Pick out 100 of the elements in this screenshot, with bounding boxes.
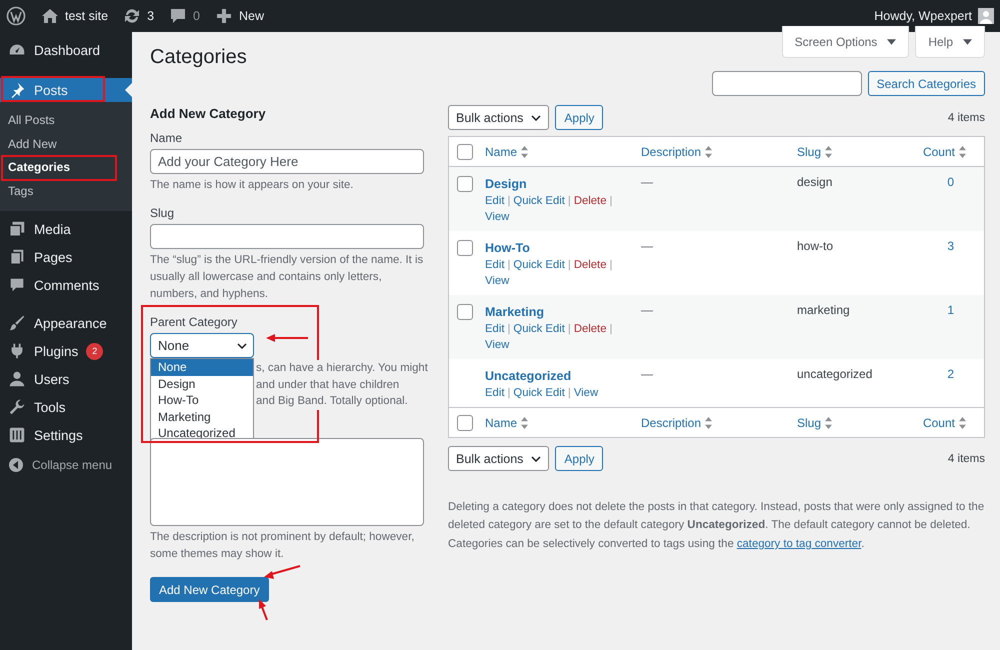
menu-item[interactable]: Tools: [0, 393, 132, 421]
checkbox[interactable]: [457, 414, 473, 430]
comment-count[interactable]: 0: [193, 9, 200, 23]
wordpress-logo-icon[interactable]: [6, 6, 26, 26]
brush-icon: [8, 314, 26, 332]
menu-item[interactable]: Users: [0, 365, 132, 393]
row-action-link[interactable]: Edit: [485, 385, 504, 401]
help-text: s, can have a hierarchy. You might: [256, 360, 428, 376]
row-action-link[interactable]: Quick Edit: [513, 321, 565, 337]
help-text: Deleting a category does not delete the posts in that category. Instead, posts that were only assigned to the deleted category are set to the default category Uncategorized. The default category cannot be deleted.: [448, 500, 985, 532]
count-link[interactable]: 0: [947, 175, 954, 189]
slug-field[interactable]: [150, 224, 424, 249]
row-action-link[interactable]: Edit: [485, 193, 504, 209]
count-link[interactable]: 1: [947, 303, 954, 317]
search-categories-button[interactable]: Search Categories: [868, 71, 985, 96]
sort-icon: [705, 416, 712, 428]
submenu-item[interactable]: Tags: [0, 180, 132, 203]
converter-link[interactable]: category to tag converter: [736, 538, 862, 550]
submenu-item[interactable]: All Posts: [0, 109, 132, 132]
column-header[interactable]: Slug: [797, 416, 822, 430]
separator: |: [568, 322, 571, 337]
category-name-link[interactable]: Uncategorized: [485, 367, 572, 385]
row-action-link[interactable]: Quick Edit: [513, 385, 565, 401]
category-name-link[interactable]: How-To: [485, 239, 530, 257]
media-icon: [8, 220, 26, 238]
menu-item[interactable]: Plugins 2: [0, 337, 132, 365]
separator: |: [568, 386, 571, 401]
bulk-actions-dropdown[interactable]: Bulk actions: [448, 105, 550, 130]
menu-item[interactable]: Appearance: [0, 309, 132, 337]
apply-button[interactable]: Apply: [555, 446, 604, 471]
submenu-item[interactable]: Categories: [0, 156, 132, 180]
greeting-text[interactable]: Howdy, Wpexpert: [874, 9, 972, 23]
name-field[interactable]: Add your Category Here: [150, 149, 424, 174]
dropdown-option[interactable]: Marketing: [151, 408, 253, 426]
chevron-down-icon: [531, 114, 542, 120]
submenu-item[interactable]: Add New: [0, 132, 132, 156]
collapse-icon: [8, 457, 24, 473]
count-link[interactable]: 2: [947, 367, 954, 381]
collapse-menu-button[interactable]: Collapse menu: [0, 451, 132, 479]
page-title: Categories: [150, 45, 248, 70]
separator: |: [507, 322, 510, 337]
menu-item[interactable]: Comments: [0, 271, 132, 299]
checkbox[interactable]: [457, 144, 473, 160]
site-name-link[interactable]: test site: [65, 9, 108, 23]
row-action-link[interactable]: Quick Edit: [513, 193, 565, 209]
table-cell: —: [641, 303, 653, 317]
screen-tab-button[interactable]: Help: [915, 26, 985, 58]
dropdown-option[interactable]: Uncategorized: [151, 425, 253, 442]
separator: |: [507, 386, 510, 401]
row-action-link[interactable]: Edit: [485, 257, 504, 273]
menu-item[interactable]: Media: [0, 215, 132, 243]
help-text: and under that have children: [256, 376, 400, 393]
column-header[interactable]: Description: [641, 144, 702, 158]
separator: |: [609, 322, 612, 337]
column-header[interactable]: Name: [485, 144, 518, 158]
delete-link[interactable]: Delete: [574, 257, 606, 273]
separator: |: [507, 258, 510, 273]
update-count[interactable]: 3: [147, 9, 154, 23]
row-action-link[interactable]: Quick Edit: [513, 257, 565, 273]
checkbox[interactable]: [457, 176, 473, 192]
menu-item[interactable]: Posts: [0, 78, 132, 102]
category-name-link[interactable]: Design: [485, 175, 527, 193]
dropdown-option[interactable]: How-To: [151, 392, 253, 409]
new-link[interactable]: New: [238, 9, 264, 23]
row-action-link[interactable]: View: [574, 385, 598, 401]
screen-tab-button[interactable]: Screen Options: [782, 26, 910, 58]
add-new-category-button[interactable]: Add New Category: [150, 577, 269, 602]
delete-link[interactable]: Delete: [574, 193, 606, 209]
row-action-link[interactable]: View: [485, 337, 510, 353]
menu-item[interactable]: Dashboard: [0, 36, 132, 64]
column-header[interactable]: Count: [922, 416, 955, 430]
checkbox[interactable]: [457, 240, 473, 256]
dropdown-option[interactable]: Design: [151, 376, 253, 392]
avatar-icon[interactable]: [978, 8, 994, 24]
menu-item[interactable]: Settings: [0, 421, 132, 449]
bulk-actions-dropdown[interactable]: Bulk actions: [448, 446, 550, 471]
table-cell: —: [641, 367, 653, 381]
menu-item[interactable]: Pages: [0, 243, 132, 271]
home-icon[interactable]: [40, 6, 60, 26]
sort-icon: [959, 146, 966, 158]
sort-icon: [521, 146, 528, 158]
search-field[interactable]: [712, 71, 862, 96]
column-header[interactable]: Name: [485, 416, 518, 430]
row-action-link[interactable]: Edit: [485, 321, 504, 337]
parent-category-dropdown[interactable]: None: [150, 333, 254, 358]
category-name-link[interactable]: Marketing: [485, 303, 544, 321]
column-header[interactable]: Slug: [797, 144, 822, 158]
dropdown-option[interactable]: None: [151, 359, 253, 376]
row-action-link[interactable]: View: [485, 209, 510, 225]
description-field[interactable]: [150, 438, 424, 526]
delete-link[interactable]: Delete: [574, 321, 606, 337]
apply-button[interactable]: Apply: [555, 105, 604, 130]
annotation-arrow: [264, 565, 300, 579]
checkbox[interactable]: [457, 304, 473, 320]
row-action-link[interactable]: View: [485, 273, 510, 289]
column-header[interactable]: Count: [922, 144, 955, 158]
column-header[interactable]: Description: [641, 416, 702, 430]
wrench-icon: [8, 398, 26, 416]
count-link[interactable]: 3: [947, 239, 954, 253]
help-text: Categories can be selectively converted to tags using the category to tag converter.: [448, 537, 866, 552]
